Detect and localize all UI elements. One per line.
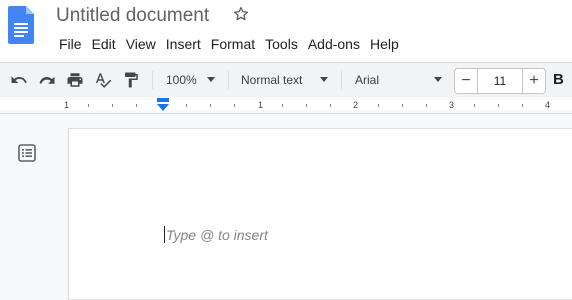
ruler-tick (210, 104, 211, 107)
font-size-increase-button[interactable]: + (522, 69, 545, 93)
redo-icon[interactable] (38, 71, 56, 89)
menu-format[interactable]: Format (206, 34, 260, 54)
paint-format-icon[interactable] (122, 71, 140, 89)
font-family-value: Arial (355, 73, 380, 87)
menu-bar: File Edit View Insert Format Tools Add-o… (54, 34, 404, 54)
app-header: Untitled document File Edit View Insert … (0, 0, 572, 62)
ruler-tick (474, 104, 475, 107)
ruler-track: 1 1 2 3 4 (0, 100, 572, 110)
menu-insert[interactable]: Insert (161, 34, 206, 54)
toolbar-divider (341, 71, 342, 89)
toolbar-divider (228, 71, 229, 89)
paragraph-style-value: Normal text (241, 73, 303, 87)
star-icon[interactable] (232, 5, 250, 23)
ruler-tick (234, 104, 235, 107)
text-cursor (164, 226, 165, 243)
ruler-tick (402, 104, 403, 107)
chevron-down-icon (207, 77, 215, 82)
horizontal-ruler[interactable]: 1 1 2 3 4 (0, 97, 572, 114)
menu-tools[interactable]: Tools (260, 34, 303, 54)
ruler-number: 3 (449, 100, 455, 110)
zoom-value: 100% (166, 73, 197, 87)
menu-edit[interactable]: Edit (87, 34, 121, 54)
font-size-control: − 11 + (454, 68, 546, 94)
ruler-tick (186, 104, 187, 107)
ruler-tick (426, 104, 427, 107)
chevron-down-icon (434, 77, 442, 82)
ruler-tick (498, 104, 499, 107)
menu-help[interactable]: Help (365, 34, 404, 54)
menu-file[interactable]: File (54, 34, 87, 54)
indent-marker-icon[interactable] (157, 98, 169, 112)
editor-placeholder[interactable]: Type @ to insert (166, 227, 268, 243)
chevron-down-icon (320, 77, 328, 82)
ruler-tick (88, 104, 89, 107)
ruler-tick (306, 104, 307, 107)
document-outline-icon[interactable] (18, 144, 36, 162)
document-title[interactable]: Untitled document (56, 5, 209, 27)
toolbar: 100% Normal text Arial − 11 + B (0, 62, 572, 98)
ruler-tick (330, 104, 331, 107)
print-icon[interactable] (66, 71, 84, 89)
toolbar-divider (152, 71, 153, 89)
font-family-dropdown[interactable]: Arial (355, 70, 445, 90)
document-page[interactable] (68, 128, 572, 300)
ruler-number: 2 (353, 100, 359, 110)
font-size-input[interactable]: 11 (478, 69, 522, 93)
ruler-tick (136, 104, 137, 107)
ruler-tick (112, 104, 113, 107)
ruler-tick (522, 104, 523, 107)
docs-logo-icon[interactable] (8, 6, 34, 44)
paragraph-style-dropdown[interactable]: Normal text (241, 70, 331, 90)
font-size-decrease-button[interactable]: − (455, 69, 478, 93)
menu-addons[interactable]: Add-ons (303, 34, 365, 54)
ruler-tick (378, 104, 379, 107)
ruler-number: 1 (258, 100, 264, 110)
zoom-dropdown[interactable]: 100% (166, 70, 218, 90)
menu-view[interactable]: View (121, 34, 161, 54)
ruler-number: 1 (64, 100, 70, 110)
ruler-tick (282, 104, 283, 107)
bold-button[interactable]: B (553, 71, 564, 88)
ruler-number: 4 (545, 100, 551, 110)
spellcheck-icon[interactable] (94, 71, 112, 89)
undo-icon[interactable] (10, 71, 28, 89)
